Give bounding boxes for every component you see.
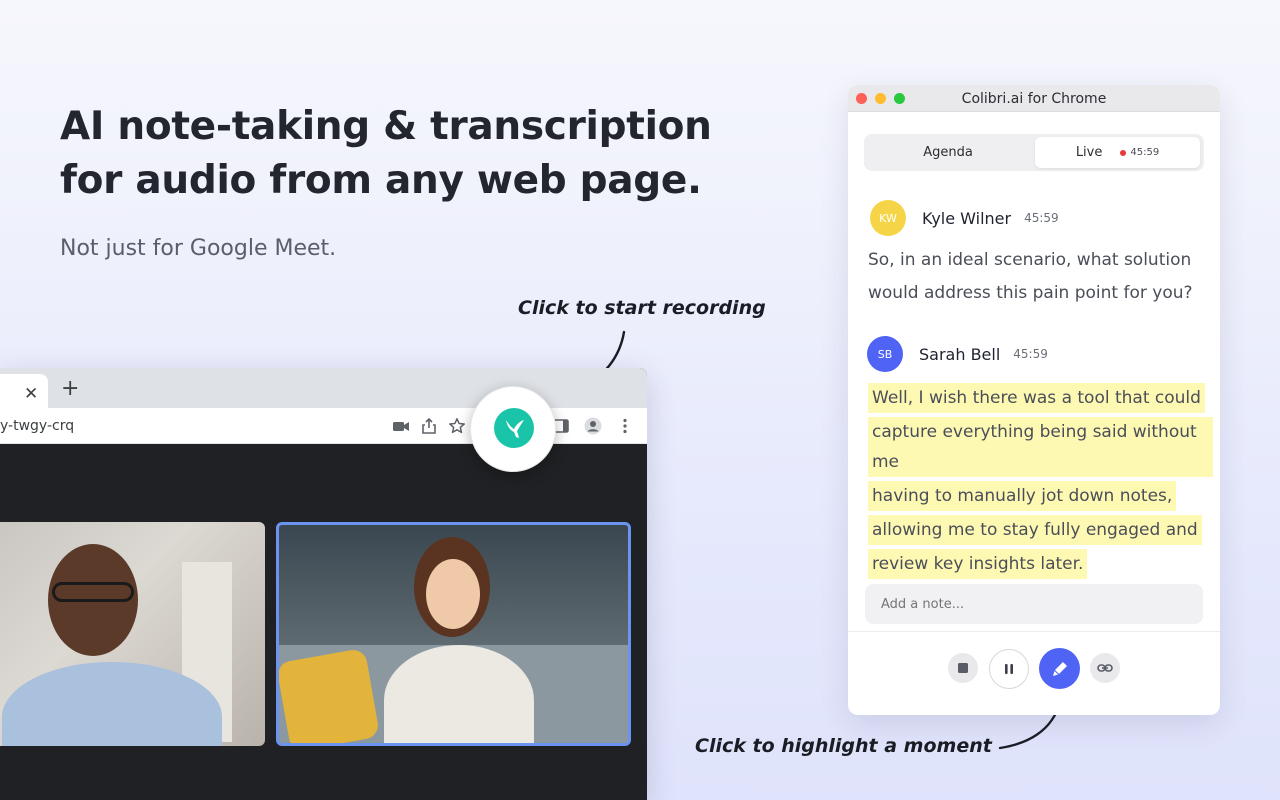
transcript-line: would address this pain point for you?: [868, 283, 1193, 303]
tab-agenda-label: Agenda: [923, 145, 973, 160]
callout-highlight-moment: Click to highlight a moment: [695, 735, 992, 757]
colibri-panel: Colibri.ai for Chrome Agenda Live 45:59 …: [848, 85, 1220, 715]
link-button[interactable]: [1090, 653, 1120, 683]
address-bar[interactable]: y-twgy-crq: [0, 418, 74, 434]
star-icon[interactable]: [448, 417, 466, 435]
pause-icon: [1005, 664, 1013, 674]
video-camera-icon[interactable]: [392, 417, 410, 435]
speaker-timestamp: 45:59: [1024, 211, 1059, 225]
highlight-moment-button[interactable]: [1039, 648, 1080, 689]
speaker-name: Kyle Wilner: [922, 208, 1012, 228]
recording-timer: 45:59: [1130, 147, 1160, 158]
add-note-input[interactable]: [865, 584, 1203, 624]
mode-tabs: Agenda Live 45:59: [864, 134, 1204, 171]
browser-tabstrip: ✕ +: [0, 368, 647, 408]
glasses: [52, 582, 134, 602]
highlighted-line: review key insights later.: [868, 549, 1088, 579]
tab-live-label: Live: [1075, 145, 1103, 160]
hummingbird-icon: [506, 420, 524, 438]
highlighted-line: Well, I wish there was a tool that could: [868, 383, 1205, 413]
highlight-pen-icon: [1052, 661, 1067, 676]
transcript-speaker-header: SB Sarah Bell 45:59: [867, 336, 1048, 372]
video-tile-participant-1[interactable]: [0, 522, 265, 746]
meeting-video-area: [0, 444, 647, 800]
highlighted-line: capture everything being said without me: [868, 417, 1213, 477]
profile-icon[interactable]: [584, 417, 602, 435]
speaker-timestamp: 45:59: [1013, 347, 1048, 361]
callout-start-recording: Click to start recording: [518, 297, 766, 319]
recording-dot-icon: [1120, 149, 1127, 156]
transcript-message-highlighted: Well, I wish there was a tool that could…: [868, 381, 1213, 581]
yellow-pillow: [279, 647, 381, 743]
link-icon: [1097, 664, 1113, 672]
highlighted-line: having to manually jot down notes,: [868, 481, 1177, 511]
transcript-message: So, in an ideal scenario, what solution …: [868, 244, 1208, 310]
colibri-extension-icon[interactable]: [494, 408, 534, 448]
video-tile-participant-2-active[interactable]: [276, 522, 631, 746]
window-title: Colibri.ai for Chrome: [961, 91, 1107, 107]
avatar: KW: [870, 200, 906, 236]
tab-close-icon[interactable]: ✕: [24, 386, 38, 403]
divider: [848, 631, 1220, 632]
avatar: SB: [867, 336, 903, 372]
more-vert-icon[interactable]: [616, 417, 634, 435]
stop-icon: [958, 663, 968, 673]
participant-2-body: [384, 645, 534, 743]
browser-tab[interactable]: ✕: [0, 374, 48, 408]
pause-button[interactable]: [989, 649, 1029, 689]
participant-2-face: [426, 559, 480, 629]
headline-line-1: AI note-taking & transcription: [60, 104, 712, 149]
speaker-name: Sarah Bell: [919, 344, 1001, 364]
transcript-speaker-header: KW Kyle Wilner 45:59: [870, 200, 1059, 236]
panel-titlebar: Colibri.ai for Chrome: [848, 85, 1220, 112]
transcript-line: So, in an ideal scenario, what solution: [868, 250, 1192, 270]
stop-button[interactable]: [948, 653, 978, 683]
tab-live[interactable]: Live 45:59: [1035, 137, 1200, 168]
colibri-extension-button[interactable]: [470, 386, 556, 472]
new-tab-button[interactable]: +: [61, 378, 79, 400]
highlighted-line: allowing me to stay fully engaged and: [868, 515, 1202, 545]
subhead: Not just for Google Meet.: [60, 236, 337, 261]
tab-agenda[interactable]: Agenda: [868, 137, 1028, 168]
share-icon[interactable]: [420, 417, 438, 435]
headline-line-2: for audio from any web page.: [60, 158, 702, 203]
headline: AI note-taking & transcription for audio…: [60, 100, 760, 208]
